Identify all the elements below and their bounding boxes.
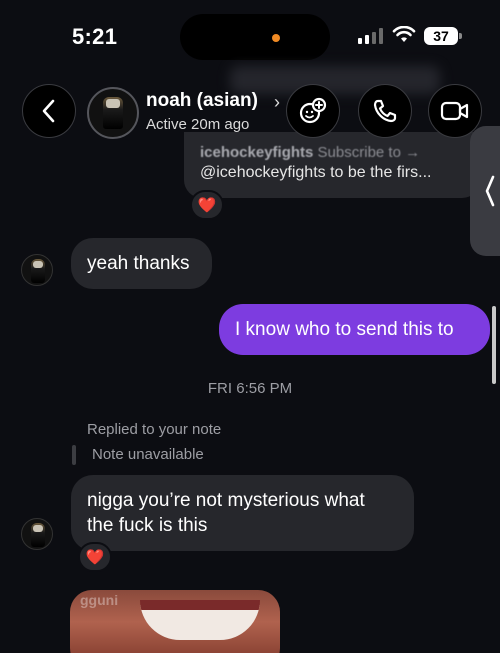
avatar[interactable] — [21, 254, 53, 286]
back-chevron-icon — [42, 99, 55, 123]
effects-button[interactable] — [286, 84, 340, 138]
side-drawer-handle[interactable] — [470, 126, 500, 256]
shared-post-header: icehockeyfights Subscribe to → — [200, 144, 420, 161]
status-bar: 5:21 37 — [0, 0, 500, 70]
shared-post-source: icehockeyfights — [200, 144, 314, 161]
message-text-line: nigga you’re not mysterious what — [87, 490, 365, 511]
chevron-left-icon — [485, 175, 495, 207]
incoming-message-bubble[interactable]: yeah thanks — [71, 238, 212, 289]
wifi-icon — [392, 26, 416, 42]
quoted-note[interactable]: Note unavailable — [92, 446, 204, 463]
message-text-line: the fuck is this — [87, 515, 208, 536]
outgoing-message-bubble[interactable]: I know who to send this to — [219, 304, 490, 355]
reply-context-label: Replied to your note — [87, 421, 222, 438]
shared-post-blurred-text: Subscribe to → — [317, 144, 421, 161]
contact-avatar[interactable] — [87, 87, 139, 139]
dynamic-island — [180, 14, 330, 60]
cellular-signal-icon — [358, 28, 383, 44]
effects-icon — [299, 97, 327, 124]
quote-bar — [72, 445, 76, 465]
photo-watermark: gguni — [80, 592, 119, 608]
heart-icon: ❤️ — [197, 197, 217, 214]
shared-post-caption: @icehockeyfights to be the firs... — [200, 164, 432, 181]
audio-call-button[interactable] — [358, 84, 412, 138]
phone-icon — [373, 99, 397, 123]
message-text: I know who to send this to — [235, 319, 454, 340]
battery-indicator: 37 — [424, 27, 462, 45]
contact-name[interactable]: noah (asian) — [146, 90, 258, 112]
date-separator: FRI 6:56 PM — [207, 380, 293, 397]
video-camera-icon — [440, 101, 469, 121]
message-text: yeah thanks — [87, 253, 190, 274]
blurred-background — [230, 66, 440, 94]
privacy-indicator-dot — [272, 34, 280, 42]
avatar[interactable] — [21, 518, 53, 550]
chevron-right-icon[interactable]: › — [274, 92, 280, 113]
heart-reaction[interactable]: ❤️ — [190, 190, 224, 220]
shared-post-card[interactable]: icehockeyfights Subscribe to → @icehocke… — [184, 132, 480, 198]
heart-reaction[interactable]: ❤️ — [78, 542, 112, 572]
contact-activity-status: Active 20m ago — [146, 116, 250, 133]
scrollbar-thumb[interactable] — [492, 306, 496, 384]
photo-message[interactable]: gguni — [70, 590, 280, 653]
heart-icon: ❤️ — [85, 549, 105, 566]
back-button[interactable] — [22, 84, 76, 138]
incoming-message-bubble[interactable]: nigga you’re not mysterious what the fuc… — [71, 475, 414, 551]
status-time: 5:21 — [72, 24, 118, 49]
